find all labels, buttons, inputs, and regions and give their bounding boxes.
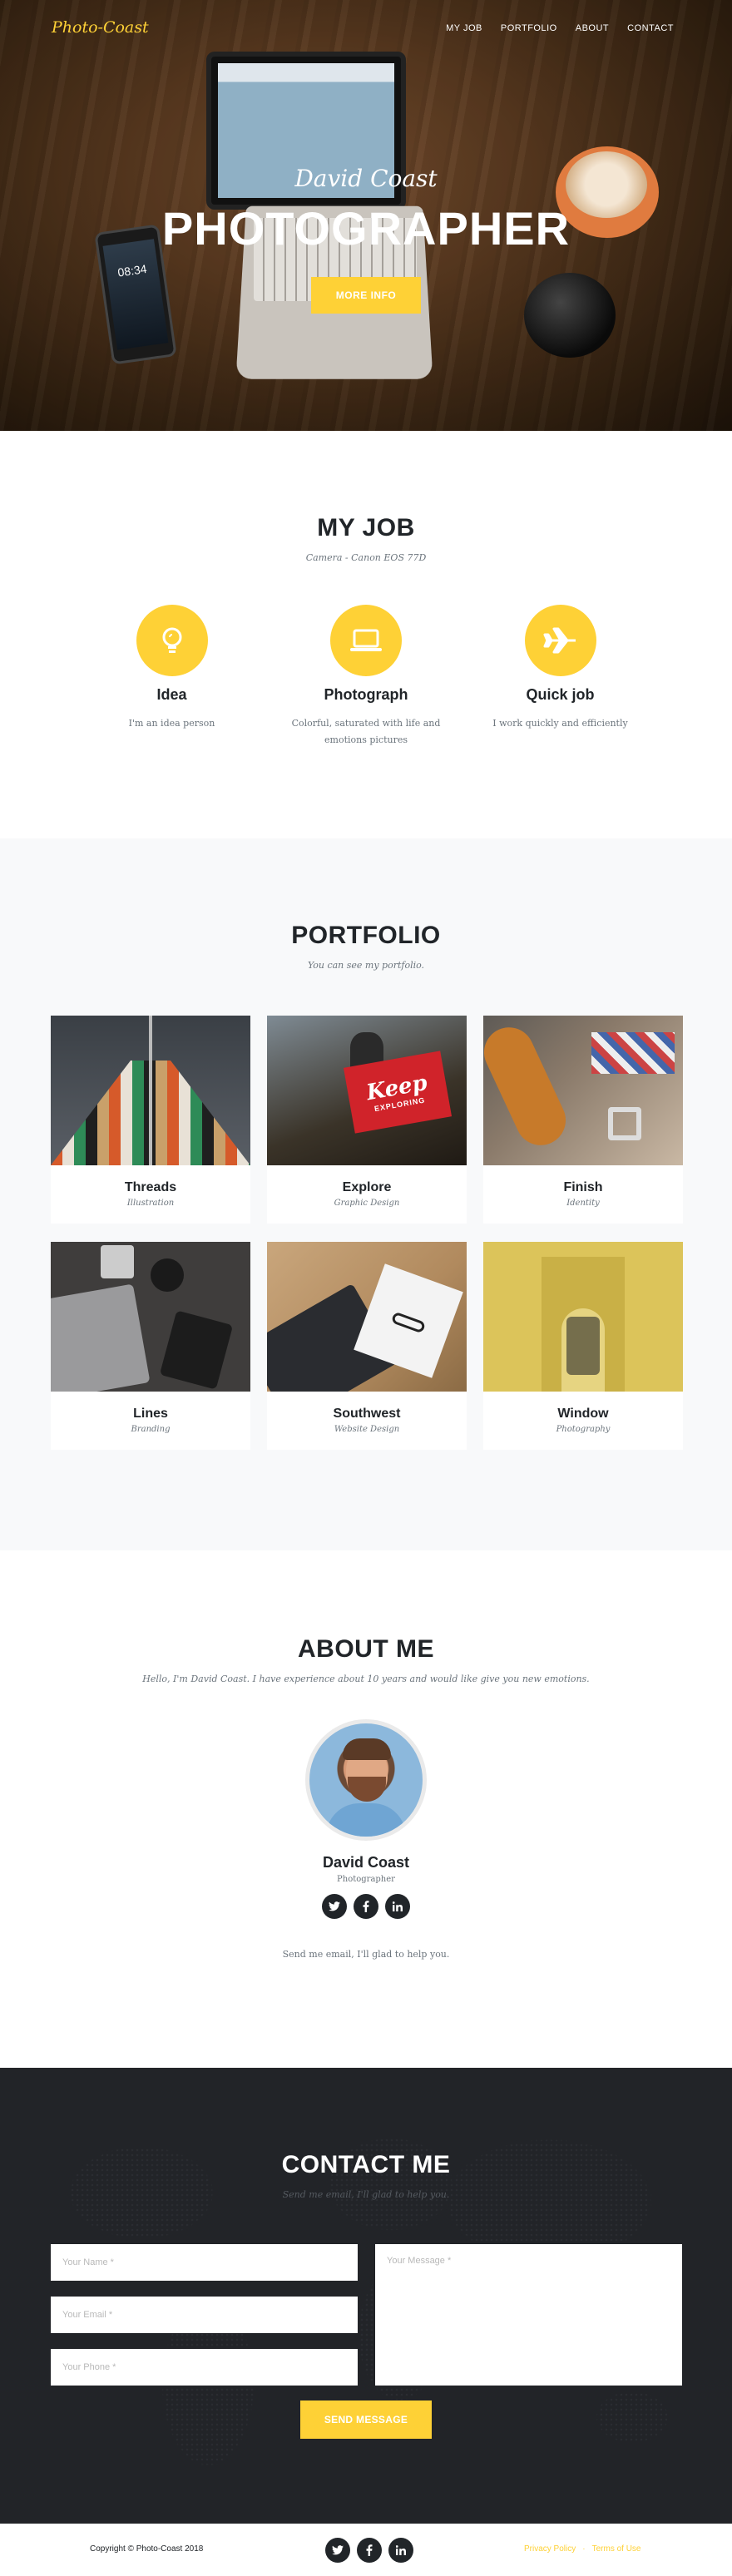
section-title-portfolio: PORTFOLIO bbox=[0, 922, 732, 950]
send-message-button[interactable]: SEND MESSAGE bbox=[300, 2400, 432, 2439]
more-info-button[interactable]: MORE INFO bbox=[311, 277, 421, 314]
service-text: I'm an idea person bbox=[75, 715, 269, 732]
portfolio-title: Lines bbox=[51, 1407, 250, 1421]
service-text: Colorful, saturated with life and emotio… bbox=[270, 715, 463, 749]
portfolio-title: Southwest bbox=[267, 1407, 467, 1421]
portfolio-category: Photography bbox=[483, 1425, 683, 1434]
privacy-policy-link[interactable]: Privacy Policy bbox=[524, 2544, 576, 2554]
section-subtitle-my-job: Camera - Canon EOS 77D bbox=[0, 552, 732, 563]
contact-form bbox=[51, 2244, 682, 2386]
footer-link-separator: · bbox=[582, 2544, 585, 2554]
footer: Copyright © Photo-Coast 2018 Privacy Pol… bbox=[0, 2524, 732, 2576]
linkedin-icon[interactable] bbox=[388, 2538, 413, 2563]
portfolio-item-threads[interactable]: Threads Illustration bbox=[51, 1016, 250, 1224]
footer-links: Privacy Policy · Terms of Use bbox=[524, 2544, 641, 2554]
nav-link-portfolio[interactable]: PORTFOLIO bbox=[501, 23, 557, 33]
top-navbar: Photo-Coast MY JOB PORTFOLIO ABOUT CONTA… bbox=[0, 0, 732, 58]
service-title: Quick job bbox=[463, 686, 657, 704]
linkedin-icon[interactable] bbox=[385, 1894, 410, 1919]
portfolio-grid: Threads Illustration Keep EXPLORING Expl… bbox=[51, 1016, 683, 1450]
terms-of-use-link[interactable]: Terms of Use bbox=[592, 2544, 641, 2554]
portfolio-section: PORTFOLIO You can see my portfolio. Thre… bbox=[0, 838, 732, 1550]
portfolio-title: Finish bbox=[483, 1180, 683, 1195]
portfolio-category: Identity bbox=[483, 1199, 683, 1208]
lines-image bbox=[51, 1242, 250, 1392]
portfolio-title: Explore bbox=[267, 1180, 467, 1195]
footer-socials bbox=[325, 2538, 413, 2563]
southwest-image bbox=[267, 1242, 467, 1392]
phone-field[interactable] bbox=[51, 2349, 358, 2386]
portfolio-item-window[interactable]: Window Photography bbox=[483, 1242, 683, 1450]
hero-section: 08:34 Photo-Coast MY JOB PORTFOLIO ABOUT… bbox=[0, 0, 732, 431]
service-title: Photograph bbox=[270, 686, 463, 704]
service-quick-job: Quick job I work quickly and efficiently bbox=[463, 605, 657, 749]
twitter-icon[interactable] bbox=[325, 2538, 350, 2563]
portfolio-category: Graphic Design bbox=[267, 1199, 467, 1208]
section-subtitle-portfolio: You can see my portfolio. bbox=[0, 960, 732, 971]
section-title-my-job: MY JOB bbox=[0, 514, 732, 542]
section-subtitle-contact: Send me email, I'll glad to help you. bbox=[0, 2189, 732, 2200]
section-subtitle-about: Hello, I'm David Coast. I have experienc… bbox=[0, 1674, 732, 1684]
window-image bbox=[483, 1242, 683, 1392]
plane-icon bbox=[525, 605, 596, 676]
avatar bbox=[305, 1719, 427, 1841]
lightbulb-icon bbox=[136, 605, 208, 676]
service-text: I work quickly and efficiently bbox=[463, 715, 657, 732]
service-title: Idea bbox=[75, 686, 269, 704]
facebook-icon[interactable] bbox=[357, 2538, 382, 2563]
nav-link-contact[interactable]: CONTACT bbox=[627, 23, 674, 33]
portfolio-item-lines[interactable]: Lines Branding bbox=[51, 1242, 250, 1450]
brand-logo[interactable]: Photo-Coast bbox=[52, 18, 149, 37]
name-field[interactable] bbox=[51, 2244, 358, 2281]
nav-link-about[interactable]: ABOUT bbox=[576, 23, 609, 33]
portfolio-category: Branding bbox=[51, 1425, 250, 1434]
phone-time: 08:34 bbox=[106, 260, 159, 280]
person-name: David Coast bbox=[0, 1854, 732, 1871]
threads-image bbox=[51, 1016, 250, 1165]
nav-menu: MY JOB PORTFOLIO ABOUT CONTACT bbox=[446, 23, 674, 33]
portfolio-title: Window bbox=[483, 1407, 683, 1421]
contact-section: CONTACT ME Send me email, I'll glad to h… bbox=[0, 2068, 732, 2524]
portfolio-category: Website Design bbox=[267, 1425, 467, 1434]
hero-title: PHOTOGRAPHER bbox=[0, 201, 732, 255]
about-socials bbox=[0, 1894, 732, 1919]
my-job-section: MY JOB Camera - Canon EOS 77D Idea I'm a… bbox=[0, 431, 732, 838]
service-photograph: Photograph Colorful, saturated with life… bbox=[270, 605, 463, 749]
mouse-image bbox=[524, 273, 616, 358]
service-idea: Idea I'm an idea person bbox=[75, 605, 269, 749]
finish-image bbox=[483, 1016, 683, 1165]
portfolio-category: Illustration bbox=[51, 1199, 250, 1208]
person-role: Photographer bbox=[0, 1875, 732, 1884]
nav-link-my-job[interactable]: MY JOB bbox=[446, 23, 482, 33]
facebook-icon[interactable] bbox=[354, 1894, 378, 1919]
explore-image: Keep EXPLORING bbox=[267, 1016, 467, 1165]
portfolio-item-southwest[interactable]: Southwest Website Design bbox=[267, 1242, 467, 1450]
twitter-icon[interactable] bbox=[322, 1894, 347, 1919]
email-field[interactable] bbox=[51, 2297, 358, 2333]
laptop-icon bbox=[330, 605, 402, 676]
section-title-contact: CONTACT ME bbox=[0, 2151, 732, 2179]
portfolio-item-finish[interactable]: Finish Identity bbox=[483, 1016, 683, 1224]
copyright-text: Copyright © Photo-Coast 2018 bbox=[90, 2544, 203, 2554]
portfolio-item-explore[interactable]: Keep EXPLORING Explore Graphic Design bbox=[267, 1016, 467, 1224]
about-note: Send me email, I'll glad to help you. bbox=[0, 1949, 732, 1960]
about-section: ABOUT ME Hello, I'm David Coast. I have … bbox=[0, 1550, 732, 2068]
services-list: Idea I'm an idea person Photograph Color… bbox=[75, 605, 657, 749]
message-field[interactable] bbox=[375, 2244, 682, 2386]
section-title-about: ABOUT ME bbox=[0, 1635, 732, 1664]
portfolio-title: Threads bbox=[51, 1180, 250, 1195]
hero-subtitle: David Coast bbox=[0, 165, 732, 192]
